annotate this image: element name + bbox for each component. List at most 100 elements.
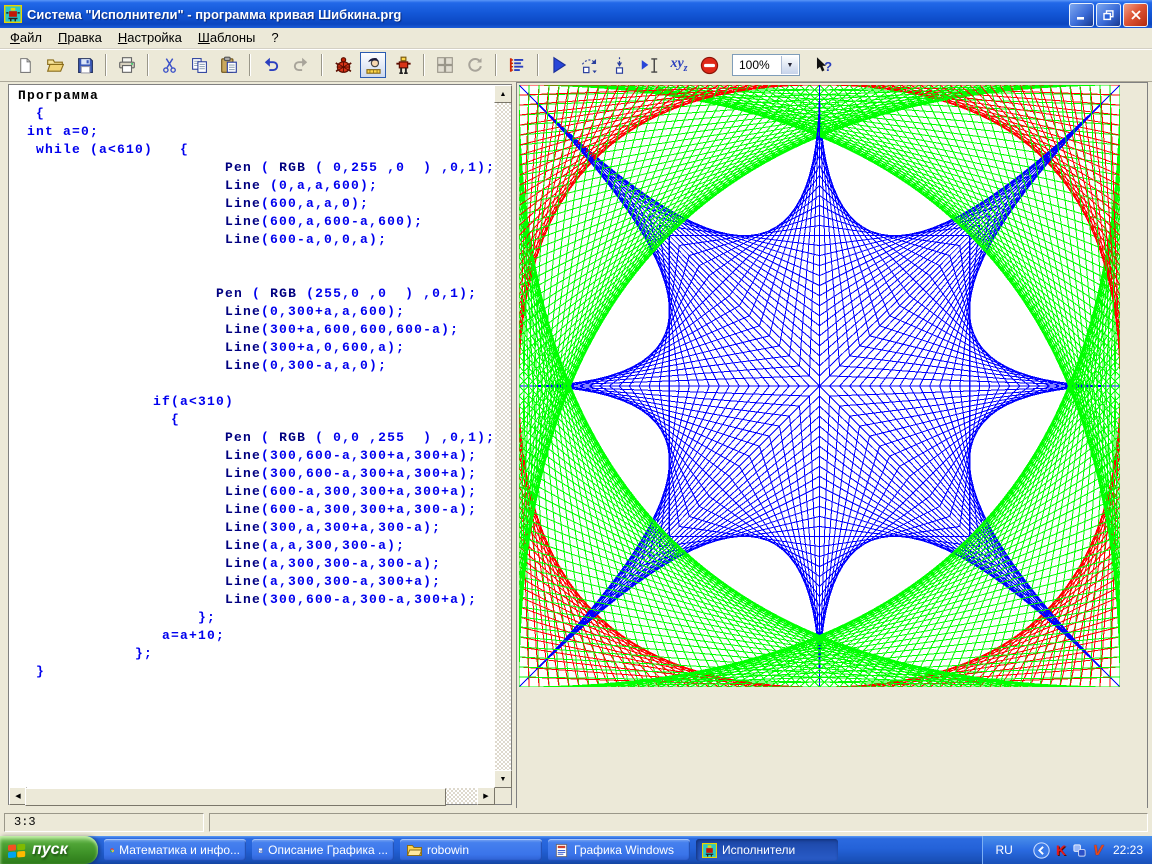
code-line: Line(600-a,300,300+a,300-a); [18,501,495,519]
code-line: Line(a,300,300-a,300+a); [18,573,495,591]
tile-windows-button[interactable] [432,52,458,78]
scroll-right-button[interactable]: ▶ [477,787,495,805]
menu-edit[interactable]: Правка [50,28,110,48]
executor-draftsman-button[interactable] [360,52,386,78]
drawing-canvas [519,85,1120,687]
taskbar-button-graphics-doc[interactable]: Графика Windows [548,839,690,861]
paste-button[interactable] [216,52,242,78]
executors-app-icon [702,843,717,858]
taskbar-button-word-doc[interactable]: W Описание Графика ... [252,839,394,861]
code-line [18,375,495,393]
code-line: Line(0,300-a,a,0); [18,357,495,375]
help-cursor-icon: ? [814,56,833,75]
run-button[interactable] [546,52,572,78]
hide-icons-chevron-icon[interactable] [1033,842,1050,859]
code-line: Line(600,a,600-a,600); [18,213,495,231]
code-line: while (a<610) { [18,141,495,159]
zoom-value: 100% [739,58,770,72]
code-line: Line(600-a,300,300+a,300+a); [18,483,495,501]
close-icon [1131,10,1141,20]
window-title: Система "Исполнители" - программа кривая… [27,7,401,22]
svg-text:?: ? [824,58,832,73]
taskbar: пуск Математика и инфо... W Описание Гра… [0,836,1152,864]
close-button[interactable] [1123,3,1148,27]
code-line: Line(a,300,300-a,300-a); [18,555,495,573]
copy-button[interactable] [186,52,212,78]
vertical-scrollbar[interactable]: ▲ ▼ [495,85,511,788]
undo-button[interactable] [258,52,284,78]
v-tray-icon[interactable]: V [1093,842,1103,859]
zoom-dropdown-button[interactable]: ▼ [781,56,798,74]
code-line: Line(300,600-a,300+a,300+a); [18,465,495,483]
document-icon [554,843,569,858]
code-line [18,249,495,267]
draftsman-icon [364,56,383,75]
step-over-button[interactable] [576,52,602,78]
code-line: { [18,105,495,123]
undo-icon [262,56,280,74]
antivirus-tray-icon[interactable]: K [1056,842,1066,858]
code-line: Pen ( RGB (255,0 ,0 ) ,0,1); [18,285,495,303]
code-editor[interactable]: Программа { int a=0; while (a<610) { Pen… [9,85,495,788]
save-button[interactable] [72,52,98,78]
open-folder-icon [46,56,64,74]
cut-button[interactable] [156,52,182,78]
toolbar-separator [105,54,107,76]
step-into-button[interactable] [606,52,632,78]
taskbar-button-folder[interactable]: robowin [400,839,542,861]
run-to-cursor-button[interactable] [636,52,662,78]
app-icon[interactable] [4,5,22,23]
code-line: Pen ( RGB ( 0,255 ,0 ) ,0,1); [18,159,495,177]
print-button[interactable] [114,52,140,78]
print-icon [118,56,136,74]
redo-button[interactable] [288,52,314,78]
stop-button[interactable] [696,52,722,78]
scroll-up-button[interactable]: ▲ [494,85,512,103]
code-line: if(a<310) [18,393,495,411]
language-indicator[interactable]: RU [995,843,1012,857]
network-tray-icon[interactable] [1072,843,1087,858]
redo-icon [292,56,310,74]
tile-windows-icon [436,56,454,74]
toolbar-separator [321,54,323,76]
code-line: Line(a,a,300,300-a); [18,537,495,555]
system-tray: RU K V 22:23 [982,836,1152,864]
restore-button[interactable] [1096,3,1121,27]
new-file-button[interactable] [12,52,38,78]
menu-templates[interactable]: Шаблоны [190,28,264,48]
menu-help[interactable]: ? [263,28,286,48]
new-file-icon [17,57,34,74]
menu-file[interactable]: Файл [2,28,50,48]
zoom-combobox[interactable]: 100% ▼ [732,54,800,76]
scroll-down-button[interactable]: ▼ [494,770,512,788]
taskbar-button-executors[interactable]: Исполнители [696,839,838,861]
executor-robot-button[interactable] [390,52,416,78]
code-line: }; [18,645,495,663]
minimize-button[interactable] [1069,3,1094,27]
start-button[interactable]: пуск [0,836,98,864]
stop-icon [700,56,719,75]
code-line: Line(300+a,0,600,a); [18,339,495,357]
menu-settings[interactable]: Настройка [110,28,190,48]
executor-turtle-button[interactable] [330,52,356,78]
program-listing-icon [508,56,526,74]
program-listing-button[interactable] [504,52,530,78]
refresh-button[interactable] [462,52,488,78]
variables-button[interactable]: xyz [666,52,692,78]
taskbar-button-label: robowin [427,843,469,857]
taskbar-button-browser[interactable]: Математика и инфо... [104,839,246,861]
toolbar-separator [249,54,251,76]
context-help-button[interactable]: ? [810,52,836,78]
horizontal-scrollbar[interactable]: ◀ ▶ [9,788,495,804]
menu-bar: Файл Правка Настройка Шаблоны ? [0,28,1152,49]
horizontal-scroll-thumb[interactable] [25,788,446,806]
open-file-button[interactable] [42,52,68,78]
code-line: Line(0,300+a,a,600); [18,303,495,321]
turtle-icon [334,56,353,75]
save-icon [77,57,94,74]
copy-icon [191,57,208,74]
title-bar[interactable]: Система "Исполнители" - программа кривая… [0,0,1152,28]
paste-icon [220,56,238,74]
toolbar-separator [423,54,425,76]
clock[interactable]: 22:23 [1113,843,1143,857]
